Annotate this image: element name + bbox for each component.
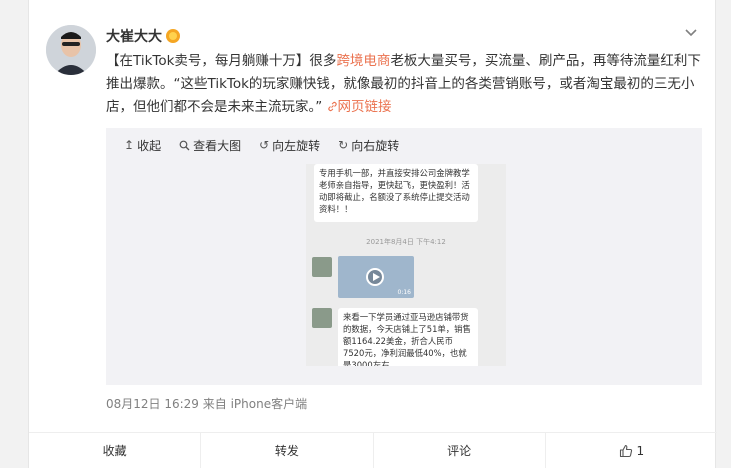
username[interactable]: 大崔大大 <box>106 26 162 46</box>
gold-badge-icon <box>166 29 180 43</box>
avatar-image <box>46 25 96 75</box>
web-link-label: 网页链接 <box>337 99 392 115</box>
chat-video: 0:16 <box>338 256 414 298</box>
media-viewer: ↥ 收起 查看大图 ↺ 向左旋转 ↻ 向右旋转 专用手机一部，并直接安排公司金牌… <box>106 128 702 385</box>
rotate-left-icon: ↺ <box>259 138 270 152</box>
chat-bubble-1-text: 专用手机一部，并直接安排公司金牌教学老师亲自指导，更快起飞，更快盈利！活动即将截… <box>319 168 470 214</box>
chevron-down-icon[interactable] <box>684 26 698 40</box>
view-large-button[interactable]: 查看大图 <box>179 137 241 154</box>
view-large-label: 查看大图 <box>193 138 242 153</box>
rotate-left-button[interactable]: ↺ 向左旋转 <box>259 137 320 154</box>
chat-bubble-1: 专用手机一部，并直接安排公司金牌教学老师亲自指导，更快起飞，更快盈利！活动即将截… <box>314 164 478 222</box>
collapse-up-icon: ↥ <box>124 138 135 152</box>
favorite-button[interactable]: 收藏 <box>29 433 202 468</box>
comment-label: 评论 <box>447 444 472 458</box>
like-button[interactable]: 1 <box>546 433 717 468</box>
web-link[interactable]: 网页链接 <box>327 99 392 115</box>
post-text: 【在TikTok卖号，每月躺赚十万】很多跨境电商老板大量买号，买流量、刷产品，再… <box>106 50 702 119</box>
chat-bubble-2: 来看一下学员通过亚马逊店铺带货的数据，今天店铺上了51单，销售额1164.22美… <box>338 308 478 366</box>
comment-button[interactable]: 评论 <box>374 433 546 468</box>
magnifier-icon <box>179 140 190 150</box>
avatar[interactable] <box>46 25 96 75</box>
play-icon <box>366 268 384 286</box>
forward-button[interactable]: 转发 <box>201 433 374 468</box>
chat-bubble-2-text: 来看一下学员通过亚马逊店铺带货的数据，今天店铺上了51单，销售额1164.22美… <box>343 312 471 366</box>
media-toolbar: ↥ 收起 查看大图 ↺ 向左旋转 ↻ 向右旋转 <box>106 128 399 162</box>
rotate-right-icon: ↻ <box>338 138 349 152</box>
chat-screenshot-image[interactable]: 专用手机一部，并直接安排公司金牌教学老师亲自指导，更快起飞，更快盈利！活动即将截… <box>306 164 506 366</box>
thumbs-up-icon <box>619 444 632 457</box>
link-icon <box>327 101 337 112</box>
like-count: 1 <box>636 443 645 458</box>
weibo-post-card: 大崔大大 【在TikTok卖号，每月躺赚十万】很多跨境电商老板大量买号，买流量、… <box>28 0 717 468</box>
rotate-right-label: 向右旋转 <box>351 138 400 153</box>
action-bar: 收藏 转发 评论 1 <box>29 432 717 468</box>
chat-avatar-1 <box>312 257 332 277</box>
post-meta: 08月12日 16:29 来自 iPhone客户端 <box>106 397 308 411</box>
collapse-label: 收起 <box>137 138 162 153</box>
rotate-right-button[interactable]: ↻ 向右旋转 <box>338 137 399 154</box>
topic-link[interactable]: 跨境电商 <box>336 53 390 69</box>
chat-avatar-2 <box>312 308 332 328</box>
chat-timestamp: 2021年8月4日 下午4:12 <box>366 238 446 246</box>
video-duration: 0:16 <box>397 289 411 296</box>
forward-label: 转发 <box>274 444 299 458</box>
rotate-left-label: 向左旋转 <box>272 138 321 153</box>
favorite-label: 收藏 <box>102 444 127 458</box>
collapse-button[interactable]: ↥ 收起 <box>124 137 161 154</box>
username-row: 大崔大大 <box>106 26 180 46</box>
post-text-part1: 【在TikTok卖号，每月躺赚十万】很多 <box>106 53 337 69</box>
